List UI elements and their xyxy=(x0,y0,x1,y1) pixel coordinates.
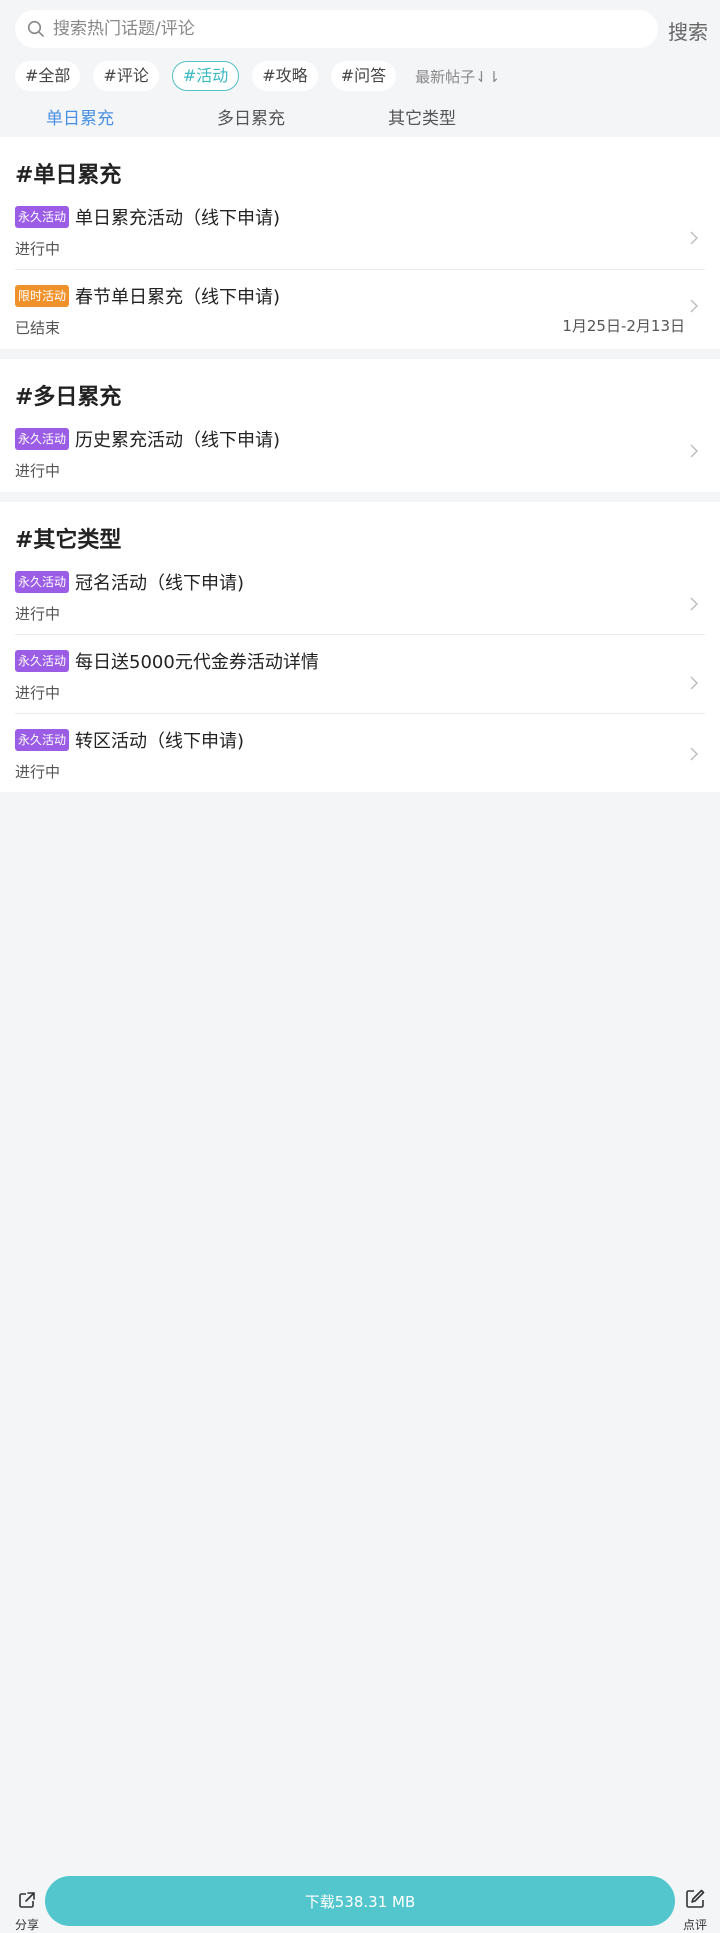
section-title: #其它类型 xyxy=(15,528,122,553)
subtab-multi-day[interactable]: 多日累充 xyxy=(217,104,285,129)
item-date: 1月25日-2月13日 xyxy=(562,317,685,335)
item-title: 单日累充活动（线下申请) xyxy=(75,208,281,229)
search-button[interactable]: 搜索 xyxy=(668,16,708,45)
share-icon xyxy=(19,1892,35,1908)
tag-qa[interactable]: #问答 xyxy=(330,61,397,91)
permanent-badge: 永久活动 xyxy=(15,571,70,593)
chevron-right-icon xyxy=(690,676,698,690)
section-single-day: #单日累充 永久活动 单日累充活动（线下申请) 进行中 限时活动 春节单日累充（… xyxy=(0,137,720,349)
search-box[interactable] xyxy=(15,10,658,48)
tag-all[interactable]: #全部 xyxy=(15,61,81,91)
subtab-bar: 单日累充 多日累充 其它类型 xyxy=(0,104,720,130)
chevron-right-icon xyxy=(690,597,698,611)
sort-toggle[interactable]: 最新帖子⇃⇂ xyxy=(415,66,500,87)
list-item[interactable]: 永久活动 历史累充活动（线下申请) 进行中 xyxy=(15,426,705,481)
item-status: 进行中 xyxy=(15,684,61,702)
section-title: #多日累充 xyxy=(15,385,122,410)
edit-icon xyxy=(686,1889,705,1908)
search-input[interactable] xyxy=(51,18,635,40)
item-title: 转区活动（线下申请) xyxy=(75,731,245,752)
share-button[interactable]: 分享 xyxy=(14,1890,40,1933)
review-label: 点评 xyxy=(682,1918,707,1932)
divider xyxy=(15,713,705,714)
subtab-single-day[interactable]: 单日累充 xyxy=(46,104,114,129)
list-item[interactable]: 永久活动 每日送5000元代金券活动详情 进行中 xyxy=(15,648,705,703)
permanent-badge: 永久活动 xyxy=(15,729,70,751)
item-title: 每日送5000元代金券活动详情 xyxy=(75,652,319,673)
list-item[interactable]: 永久活动 冠名活动（线下申请) 进行中 xyxy=(15,569,705,624)
section-multi-day: #多日累充 永久活动 历史累充活动（线下申请) 进行中 xyxy=(0,359,720,492)
tag-guide[interactable]: #攻略 xyxy=(252,61,318,91)
chevron-right-icon xyxy=(690,747,698,761)
divider xyxy=(15,634,705,635)
permanent-badge: 永久活动 xyxy=(15,650,70,672)
tag-comment[interactable]: #评论 xyxy=(93,61,159,91)
list-item[interactable]: 永久活动 转区活动（线下申请) 进行中 xyxy=(15,727,705,782)
item-title: 冠名活动（线下申请) xyxy=(75,573,245,594)
tag-activity[interactable]: #活动 xyxy=(171,61,240,91)
tag-filter-bar: #全部 #评论 #活动 #攻略 #问答 最新帖子⇃⇂ xyxy=(15,60,500,92)
chevron-right-icon xyxy=(690,231,698,245)
section-title: #单日累充 xyxy=(15,163,122,188)
list-item[interactable]: 永久活动 单日累充活动（线下申请) 进行中 xyxy=(15,204,705,259)
item-status: 进行中 xyxy=(15,462,61,480)
review-button[interactable]: 点评 xyxy=(682,1888,708,1933)
download-button[interactable]: 下载538.31 MB xyxy=(45,1876,675,1926)
permanent-badge: 永久活动 xyxy=(15,206,70,228)
search-icon xyxy=(27,20,45,38)
item-status: 进行中 xyxy=(15,763,61,781)
permanent-badge: 永久活动 xyxy=(15,428,70,450)
limited-badge: 限时活动 xyxy=(15,285,70,307)
item-title: 历史累充活动（线下申请) xyxy=(75,430,281,451)
chevron-right-icon xyxy=(690,299,698,313)
item-title: 春节单日累充（线下申请) xyxy=(75,287,281,308)
share-label: 分享 xyxy=(14,1918,39,1932)
item-status: 进行中 xyxy=(15,240,61,258)
item-status: 进行中 xyxy=(15,605,61,623)
list-item[interactable]: 限时活动 春节单日累充（线下申请) 已结束 1月25日-2月13日 xyxy=(15,283,705,338)
top-bar: 搜索 #全部 #评论 #活动 #攻略 #问答 最新帖子⇃⇂ 单日累充 多日累充 … xyxy=(0,0,720,137)
chevron-right-icon xyxy=(690,444,698,458)
section-other: #其它类型 永久活动 冠名活动（线下申请) 进行中 永久活动 每日送5000元代… xyxy=(0,502,720,792)
divider xyxy=(15,269,705,270)
subtab-other[interactable]: 其它类型 xyxy=(388,104,456,129)
